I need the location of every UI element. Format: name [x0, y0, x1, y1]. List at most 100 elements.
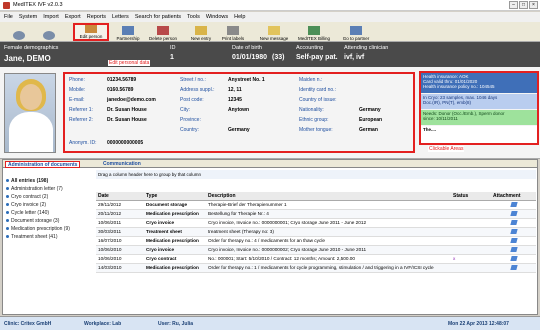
patient-name: Jane, DEMO: [4, 54, 51, 63]
attachment-icon: [491, 200, 536, 210]
tree-item[interactable]: Treatment sheet (41): [6, 234, 91, 240]
table-row[interactable]: 14/03/2010 Medication prescription Order f…: [96, 263, 536, 273]
phone-value: 01234.56789: [107, 77, 137, 83]
tree-item[interactable]: Administration letter (7): [6, 186, 91, 192]
group-hint: Drag a column header here to group by th…: [96, 170, 536, 179]
city-label: City:: [180, 107, 190, 113]
forward-button[interactable]: [36, 23, 62, 41]
tree-item[interactable]: Cryo invoice (2): [6, 202, 91, 208]
menu-reports[interactable]: Reports: [87, 14, 106, 20]
menu-help[interactable]: Help: [234, 14, 245, 20]
status-cell: [451, 236, 491, 246]
description-cell: treatment sheet (Therapy no: 3): [206, 227, 451, 237]
status-datetime: Mon 22 Apr 2013 12:48:07: [448, 321, 509, 327]
ethnic-value: European: [359, 117, 383, 123]
type-cell: Cryo invoice: [144, 245, 206, 255]
back-button[interactable]: [6, 23, 32, 41]
insurance-panel[interactable]: Health insurance: AOK Card valid thru: 0…: [421, 73, 537, 93]
city-value: Anytown: [228, 107, 250, 113]
partnership-button[interactable]: Partnership: [112, 23, 144, 41]
id-value: 1: [170, 54, 174, 61]
attachment-icon: [491, 218, 536, 228]
mobile-value: 0160.56789: [107, 87, 134, 93]
status-clinic: Clinic: Critex GmbH: [4, 321, 52, 327]
menu-system[interactable]: System: [19, 14, 37, 20]
tab-documents[interactable]: Administration of documents: [5, 161, 81, 168]
description-cell: Therapie-Brief der Therapienummer 1: [206, 200, 451, 210]
anon-id-value: 0000000000005: [107, 140, 144, 146]
menu-tools[interactable]: Tools: [187, 14, 200, 20]
column-attachment[interactable]: Attachment: [491, 192, 536, 201]
documents-table: Date Type Description Status Attachment …: [96, 192, 536, 273]
type-cell: Medication prescription: [144, 209, 206, 219]
menu-export[interactable]: Export: [65, 14, 81, 20]
personal-data-box[interactable]: Phone: 01234.56789 Mobile: 0160.56789 E-…: [63, 72, 415, 153]
go-to-partner-button[interactable]: Go to partner: [338, 23, 374, 41]
date-cell: 10/06/2010: [96, 245, 144, 255]
documents-panel: Administration of documents Communicatio…: [2, 159, 538, 315]
table-row[interactable]: 30/03/2011 Treatment sheet treatment sheet…: [96, 227, 536, 237]
column-type[interactable]: Type: [144, 192, 206, 201]
section-label: Female demographics: [4, 45, 59, 51]
table-row[interactable]: 10/06/2010 Cryo invoice Cryo invoice, Invo…: [96, 245, 536, 255]
table-row[interactable]: 16/07/2010 Medication prescription Order f…: [96, 236, 536, 246]
column-description[interactable]: Description: [206, 192, 451, 201]
menu-windows[interactable]: Windows: [206, 14, 228, 20]
table-row[interactable]: 10/06/2011 Cryo invoice Cryo invoice, Invo…: [96, 218, 536, 228]
date-cell: 14/03/2010: [96, 263, 144, 273]
billing-button[interactable]: MedITEX Billing: [294, 23, 334, 41]
documents-grid: Drag a column header here to group by th…: [96, 170, 536, 314]
maximize-button[interactable]: □: [519, 1, 528, 9]
new-entry-button[interactable]: New entry: [186, 23, 216, 41]
delete-person-button[interactable]: Delete person: [146, 23, 180, 41]
tree-item[interactable]: Cycle letter (140): [6, 210, 91, 216]
status-cell: [451, 227, 491, 237]
column-date[interactable]: Date: [96, 192, 144, 201]
status-cell: [451, 245, 491, 255]
referrer1-label: Referrer 1:: [69, 107, 93, 113]
patient-photo[interactable]: [4, 73, 56, 153]
note-panel[interactable]: The....: [421, 126, 537, 143]
new-message-button[interactable]: New message: [256, 23, 292, 41]
table-row[interactable]: 20/11/2012 Medication prescription Bestell…: [96, 209, 536, 219]
referrer2-label: Referrer 2:: [69, 117, 93, 123]
attachment-icon: [491, 227, 536, 237]
table-row[interactable]: 29/11/2012 Document storage Therapie-Brief…: [96, 200, 536, 210]
province-label: Province:: [180, 117, 201, 123]
cryo-panel[interactable]: In Cryo: 23 samples, max. 1046 days Doc.…: [421, 94, 537, 109]
country-value: Germany: [228, 127, 250, 133]
column-status[interactable]: Status: [451, 192, 491, 201]
table-row[interactable]: 10/06/2010 Cryo contract No.: 000001; Star…: [96, 254, 536, 264]
status-cell: [451, 200, 491, 210]
tree-item[interactable]: All entries (198): [6, 178, 91, 184]
donor-panel[interactable]: Needs: Donor (Occ./Emb.), Sperm donor si…: [421, 110, 537, 125]
type-cell: Document storage: [144, 200, 206, 210]
toolbar: Edit person Partnership Delete person Ne…: [0, 22, 540, 42]
street-label: Street / no.:: [180, 77, 206, 83]
tab-communication[interactable]: Communication: [101, 161, 143, 168]
type-cell: Cryo invoice: [144, 218, 206, 228]
tongue-label: Mother tongue:: [299, 127, 333, 133]
minimize-button[interactable]: –: [509, 1, 518, 9]
status-user: User: Ru, Julia: [158, 321, 194, 327]
tree-item[interactable]: Cryo contract (2): [6, 194, 91, 200]
country-issue-label: Country of issue:: [299, 97, 337, 103]
tree-item[interactable]: Document storage (3): [6, 218, 91, 224]
menu-letters[interactable]: Letters: [112, 14, 129, 20]
menu-import[interactable]: Import: [43, 14, 59, 20]
accounting-label: Accounting: [296, 45, 324, 51]
edit-person-button[interactable]: Edit person: [73, 23, 109, 41]
title-bar: MedITEX IVF v2.0.3 – □ ×: [0, 0, 540, 11]
menu-file[interactable]: File: [4, 14, 13, 20]
date-cell: 29/11/2012: [96, 200, 144, 210]
attachment-icon: [491, 209, 536, 219]
close-button[interactable]: ×: [529, 1, 538, 9]
maiden-label: Maiden n.:: [299, 77, 323, 83]
tree-item[interactable]: Medication prescription (9): [6, 226, 91, 232]
print-labels-button[interactable]: Print labels: [218, 23, 248, 41]
menu-search[interactable]: Search for patients: [135, 14, 181, 20]
app-icon: [3, 1, 10, 9]
description-cell: Order for therapy no.: 4 / medicaments f…: [206, 236, 451, 246]
id-label: ID: [170, 45, 176, 51]
referrer1-value: Dr. Susan House: [107, 107, 147, 113]
